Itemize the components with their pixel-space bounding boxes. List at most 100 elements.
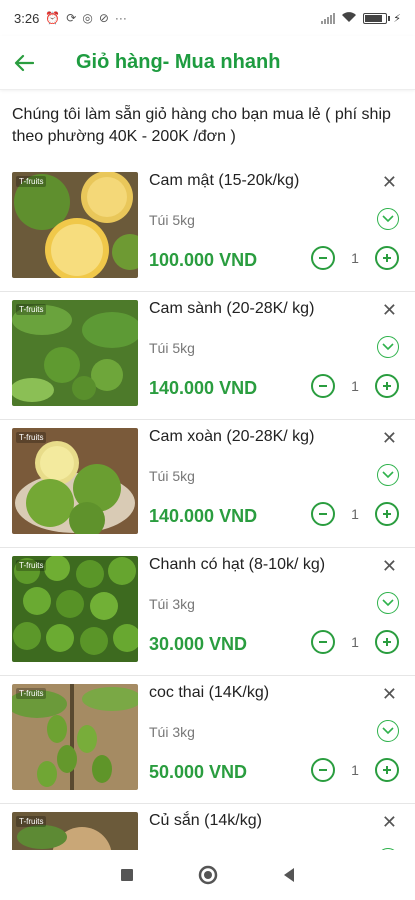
chevron-down-icon — [382, 599, 394, 607]
increase-quantity-button[interactable] — [375, 374, 399, 398]
product-name: Củ sắn (14k/kg) — [149, 812, 262, 829]
wifi-icon — [341, 11, 357, 26]
product-image-oranges-plate[interactable]: T-fruits — [12, 428, 138, 534]
alarm-icon: ⏰ — [45, 11, 61, 25]
close-icon: ✕ — [381, 172, 397, 192]
page-title: Giỏ hàng- Mua nhanh — [76, 51, 281, 73]
brand-label: T-fruits — [16, 304, 47, 315]
decrease-quantity-button[interactable] — [311, 374, 335, 398]
minus-icon — [319, 385, 327, 387]
brand-label: T-fruits — [16, 432, 47, 443]
decrease-quantity-button[interactable] — [311, 246, 335, 270]
minus-icon — [319, 641, 327, 643]
plus-icon — [383, 254, 391, 262]
chevron-down-icon — [382, 343, 394, 351]
variant-dropdown-button[interactable] — [377, 464, 399, 486]
brand-label: T-fruits — [16, 560, 47, 571]
quantity-stepper: 1 — [311, 374, 399, 398]
square-icon — [120, 869, 133, 881]
status-right: ⚡ — [321, 11, 401, 26]
product-image-oranges[interactable]: T-fruits — [12, 172, 138, 278]
brand-label: T-fruits — [16, 816, 47, 827]
battery-fill — [365, 14, 383, 22]
product-variant: Túi 5kg — [149, 468, 195, 484]
close-icon: ✕ — [381, 300, 397, 320]
remove-item-button[interactable]: ✕ — [382, 172, 397, 193]
cart-list[interactable]: T-fruits Cam mật (15-20k/kg) ✕ Túi 5kg 1… — [0, 164, 415, 850]
product-image-oranges-tree[interactable]: T-fruits — [12, 300, 138, 406]
system-navigation-bar — [0, 850, 415, 900]
back-nav-button[interactable] — [282, 867, 296, 883]
remove-item-button[interactable]: ✕ — [382, 300, 397, 321]
close-icon: ✕ — [381, 556, 397, 576]
product-price: 140.000 VND — [149, 378, 258, 398]
vpn-icon: ⊘ — [98, 11, 109, 25]
variant-dropdown-button[interactable] — [377, 720, 399, 742]
triangle-back-icon — [283, 868, 294, 882]
product-price: 50.000 VND — [149, 762, 248, 782]
product-name: coc thai (14K/kg) — [149, 684, 270, 701]
increase-quantity-button[interactable] — [375, 758, 399, 782]
plus-icon — [383, 510, 391, 518]
status-left: 3:26 ⏰ ⟳ ◎ ⊘ ··· — [14, 11, 127, 26]
variant-dropdown-button[interactable] — [377, 592, 399, 614]
signal-icon — [321, 12, 336, 24]
intro-text: Chúng tôi làm sẵn giỏ hàng cho bạn mua l… — [12, 106, 391, 145]
remove-item-button[interactable]: ✕ — [382, 556, 397, 577]
decrease-quantity-button[interactable] — [311, 630, 335, 654]
quantity-value: 1 — [351, 634, 359, 650]
back-button[interactable] — [14, 46, 48, 80]
remove-item-button[interactable]: ✕ — [382, 812, 397, 833]
location-icon: ◎ — [82, 11, 93, 25]
charging-icon: ⚡ — [393, 12, 401, 25]
product-image-limes[interactable]: T-fruits — [12, 556, 138, 662]
arrow-left-icon — [14, 54, 34, 71]
plus-icon — [383, 638, 391, 646]
variant-dropdown-button[interactable] — [377, 336, 399, 358]
increase-quantity-button[interactable] — [375, 630, 399, 654]
increase-quantity-button[interactable] — [375, 246, 399, 270]
product-name: Chanh có hạt (8-10k/ kg) — [149, 556, 326, 573]
quantity-value: 1 — [351, 378, 359, 394]
minus-icon — [319, 257, 327, 259]
product-name: Cam xoàn (20-28K/ kg) — [149, 428, 315, 445]
recent-apps-button[interactable] — [120, 868, 134, 882]
sync-icon: ⟳ — [66, 11, 77, 25]
product-image-jicama[interactable]: T-fruits — [12, 812, 138, 850]
more-notifications-icon: ··· — [114, 11, 127, 25]
variant-dropdown-button[interactable] — [377, 208, 399, 230]
increase-quantity-button[interactable] — [375, 502, 399, 526]
close-icon: ✕ — [381, 812, 397, 832]
product-price: 30.000 VND — [149, 634, 248, 654]
quantity-value: 1 — [351, 762, 359, 778]
quantity-value: 1 — [351, 250, 359, 266]
quantity-stepper: 1 — [311, 630, 399, 654]
chevron-down-icon — [382, 727, 394, 735]
product-price: 100.000 VND — [149, 250, 258, 270]
product-image-coc[interactable]: T-fruits — [12, 684, 138, 790]
status-time: 3:26 — [14, 10, 40, 26]
product-price: 140.000 VND — [149, 506, 258, 526]
remove-item-button[interactable]: ✕ — [382, 684, 397, 705]
minus-icon — [319, 769, 327, 771]
home-button[interactable] — [198, 865, 218, 885]
quantity-value: 1 — [351, 506, 359, 522]
decrease-quantity-button[interactable] — [311, 502, 335, 526]
app-bar: Giỏ hàng- Mua nhanh — [0, 36, 415, 90]
product-name: Cam mật (15-20k/kg) — [149, 172, 300, 189]
cart-item: T-fruits Cam mật (15-20k/kg) ✕ Túi 5kg 1… — [0, 164, 415, 292]
product-variant: Túi 3kg — [149, 724, 195, 740]
quantity-stepper: 1 — [311, 758, 399, 782]
close-icon: ✕ — [381, 428, 397, 448]
plus-icon — [383, 766, 391, 774]
cart-item: T-fruits Cam xoàn (20-28K/ kg) ✕ Túi 5kg… — [0, 420, 415, 548]
status-bar: 3:26 ⏰ ⟳ ◎ ⊘ ··· ⚡ — [0, 0, 415, 36]
battery-icon — [363, 12, 391, 24]
cart-item: T-fruits Củ sắn (14k/kg) ✕ Túi 3kg — [0, 804, 415, 850]
product-variant: Túi 5kg — [149, 212, 195, 228]
cart-item: T-fruits coc thai (14K/kg) ✕ Túi 3kg 50.… — [0, 676, 415, 804]
remove-item-button[interactable]: ✕ — [382, 428, 397, 449]
decrease-quantity-button[interactable] — [311, 758, 335, 782]
plus-icon — [383, 382, 391, 390]
minus-icon — [319, 513, 327, 515]
